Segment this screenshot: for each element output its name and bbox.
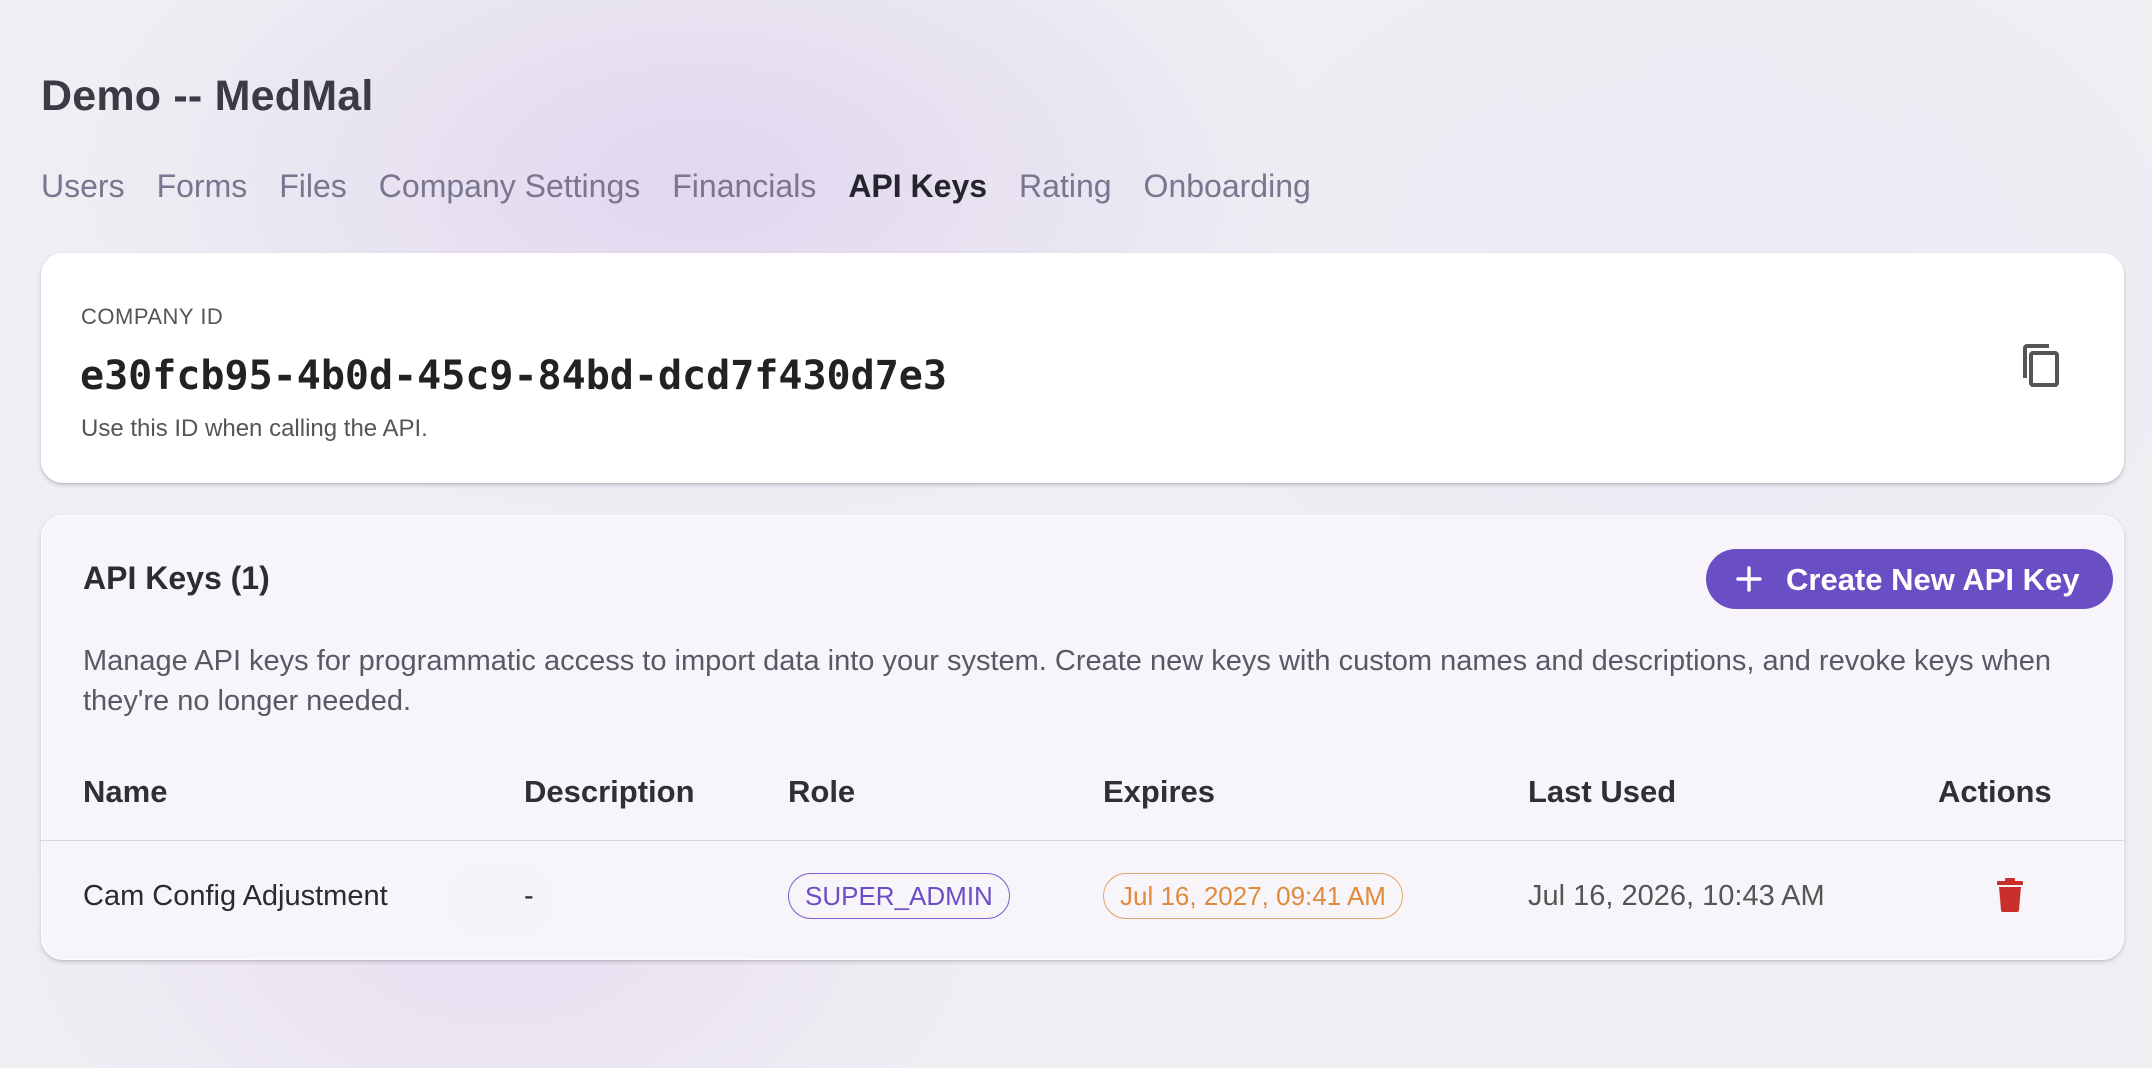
tab-company-settings[interactable]: Company Settings [379,168,640,205]
page-title: Demo -- MedMal [41,72,374,120]
create-api-key-button[interactable]: Create New API Key [1706,549,2113,609]
tab-users[interactable]: Users [41,168,125,205]
api-keys-title: API Keys (1) [83,560,270,596]
tab-files[interactable]: Files [279,168,347,205]
row-name: Cam Config Adjustment [83,880,388,912]
tab-forms[interactable]: Forms [157,168,248,205]
column-header-description[interactable]: Description [524,774,695,810]
plus-icon [1736,566,1762,592]
column-header-name[interactable]: Name [83,774,167,810]
row-last-used: Jul 16, 2026, 10:43 AM [1528,880,1825,912]
table-divider [41,840,2124,841]
create-api-key-label: Create New API Key [1786,562,2080,597]
trash-icon[interactable] [1996,878,2024,912]
trash-icon-glyph [1997,878,2023,912]
company-id-value: e30fcb95-4b0d-45c9-84bd-dcd7f430d7e3 [80,353,947,399]
copy-icon[interactable] [2019,342,2067,394]
company-id-label: COMPANY ID [81,304,224,329]
tab-rating[interactable]: Rating [1019,168,1112,205]
api-keys-description: Manage API keys for programmatic access … [83,645,2052,717]
tab-onboarding[interactable]: Onboarding [1144,168,1311,205]
row-description: - [524,880,534,912]
expires-badge: Jul 16, 2027, 09:41 AM [1103,873,1403,919]
copy-icon-glyph [2023,344,2059,387]
column-header-role[interactable]: Role [788,774,855,810]
role-badge: SUPER_ADMIN [788,873,1010,919]
tab-financials[interactable]: Financials [672,168,816,205]
tab-api-keys[interactable]: API Keys [848,168,987,205]
company-id-help: Use this ID when calling the API. [81,415,428,442]
tab-bar: Users Forms Files Company Settings Finan… [41,168,1343,205]
column-header-last-used[interactable]: Last Used [1528,774,1676,810]
column-header-actions: Actions [1938,774,2052,809]
column-header-expires[interactable]: Expires [1103,774,1215,810]
